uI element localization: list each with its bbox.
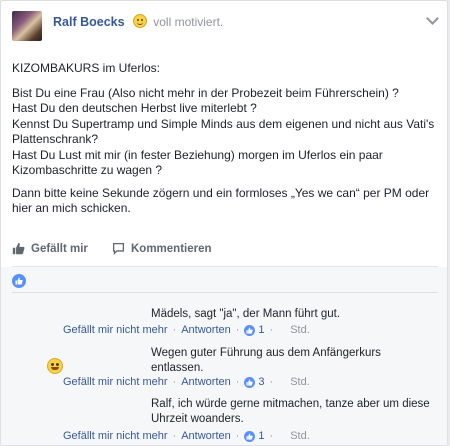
like-reaction-icon bbox=[244, 324, 256, 336]
post-text: KIZOMBAKURS im Uferlos: Bist Du eine Fra… bbox=[12, 61, 442, 224]
like-button[interactable]: Gefällt mir bbox=[12, 242, 88, 255]
divider bbox=[12, 292, 438, 293]
like-reaction-icon bbox=[244, 376, 256, 388]
comment-button[interactable]: Kommentieren bbox=[112, 242, 212, 255]
comment-icon bbox=[112, 242, 125, 255]
reply-link[interactable]: Antworten bbox=[181, 376, 231, 388]
comments-section: Mädels, sagt "ja", der Mann führt gut. G… bbox=[1, 267, 447, 445]
comment-time[interactable]: Std. bbox=[290, 376, 310, 388]
like-count[interactable]: 1 bbox=[258, 430, 264, 442]
like-count[interactable]: 3 bbox=[258, 376, 264, 388]
post-header: Ralf Boecks voll motiviert. bbox=[53, 14, 223, 29]
comment-label: Kommentieren bbox=[131, 242, 212, 255]
comment-text: Mädels, sagt "ja", der Mann führt gut. bbox=[151, 308, 341, 320]
feeling-text: voll motiviert. bbox=[153, 15, 224, 29]
unlike-link[interactable]: Gefällt mir nicht mehr bbox=[63, 376, 168, 388]
comment-text: Ralf, ich würde gerne mitmachen, tanze a… bbox=[151, 398, 430, 425]
reply-link[interactable]: Antworten bbox=[181, 430, 231, 442]
commenter-avatar[interactable] bbox=[12, 303, 44, 335]
reactions-summary[interactable] bbox=[12, 274, 26, 288]
comment-time[interactable]: Std. bbox=[290, 324, 310, 336]
like-reaction-icon bbox=[12, 274, 26, 288]
post-card: Ralf Boecks voll motiviert. KIZOMBAKURS … bbox=[0, 0, 448, 446]
post-actions: Gefällt mir Kommentieren bbox=[12, 242, 438, 258]
unlike-link[interactable]: Gefällt mir nicht mehr bbox=[63, 324, 168, 336]
comment-meta: Gefällt mir nicht mehr · Antworten · 1 ·… bbox=[63, 324, 310, 336]
thumbs-up-icon bbox=[12, 242, 25, 255]
post-heading: KIZOMBAKURS im Uferlos: bbox=[12, 61, 161, 75]
reply-link[interactable]: Antworten bbox=[181, 324, 231, 336]
comment-meta: Gefällt mir nicht mehr · Antworten · 3 ·… bbox=[63, 376, 310, 388]
chevron-down-icon[interactable] bbox=[426, 12, 439, 25]
unlike-link[interactable]: Gefällt mir nicht mehr bbox=[63, 430, 168, 442]
comment-text: Wegen guter Führung aus dem Anfängerkurs… bbox=[151, 347, 381, 374]
author-avatar[interactable] bbox=[12, 11, 42, 41]
post-paragraph: Dann bitte keine Sekunde zögern und ein … bbox=[12, 185, 430, 216]
post-paragraph: Bist Du eine Frau (Also nicht mehr in de… bbox=[12, 85, 435, 178]
grinning-emoji-icon bbox=[47, 358, 63, 374]
comment-meta: Gefällt mir nicht mehr · Antworten · 1 ·… bbox=[63, 430, 310, 442]
like-count[interactable]: 1 bbox=[258, 324, 264, 336]
author-name[interactable]: Ralf Boecks bbox=[53, 15, 125, 29]
smiley-icon bbox=[132, 14, 147, 28]
commenter-avatar[interactable] bbox=[12, 397, 44, 429]
comment-time[interactable]: Std. bbox=[290, 430, 310, 442]
like-label: Gefällt mir bbox=[31, 242, 88, 255]
commenter-avatar[interactable] bbox=[12, 343, 44, 375]
like-reaction-icon bbox=[244, 430, 256, 442]
